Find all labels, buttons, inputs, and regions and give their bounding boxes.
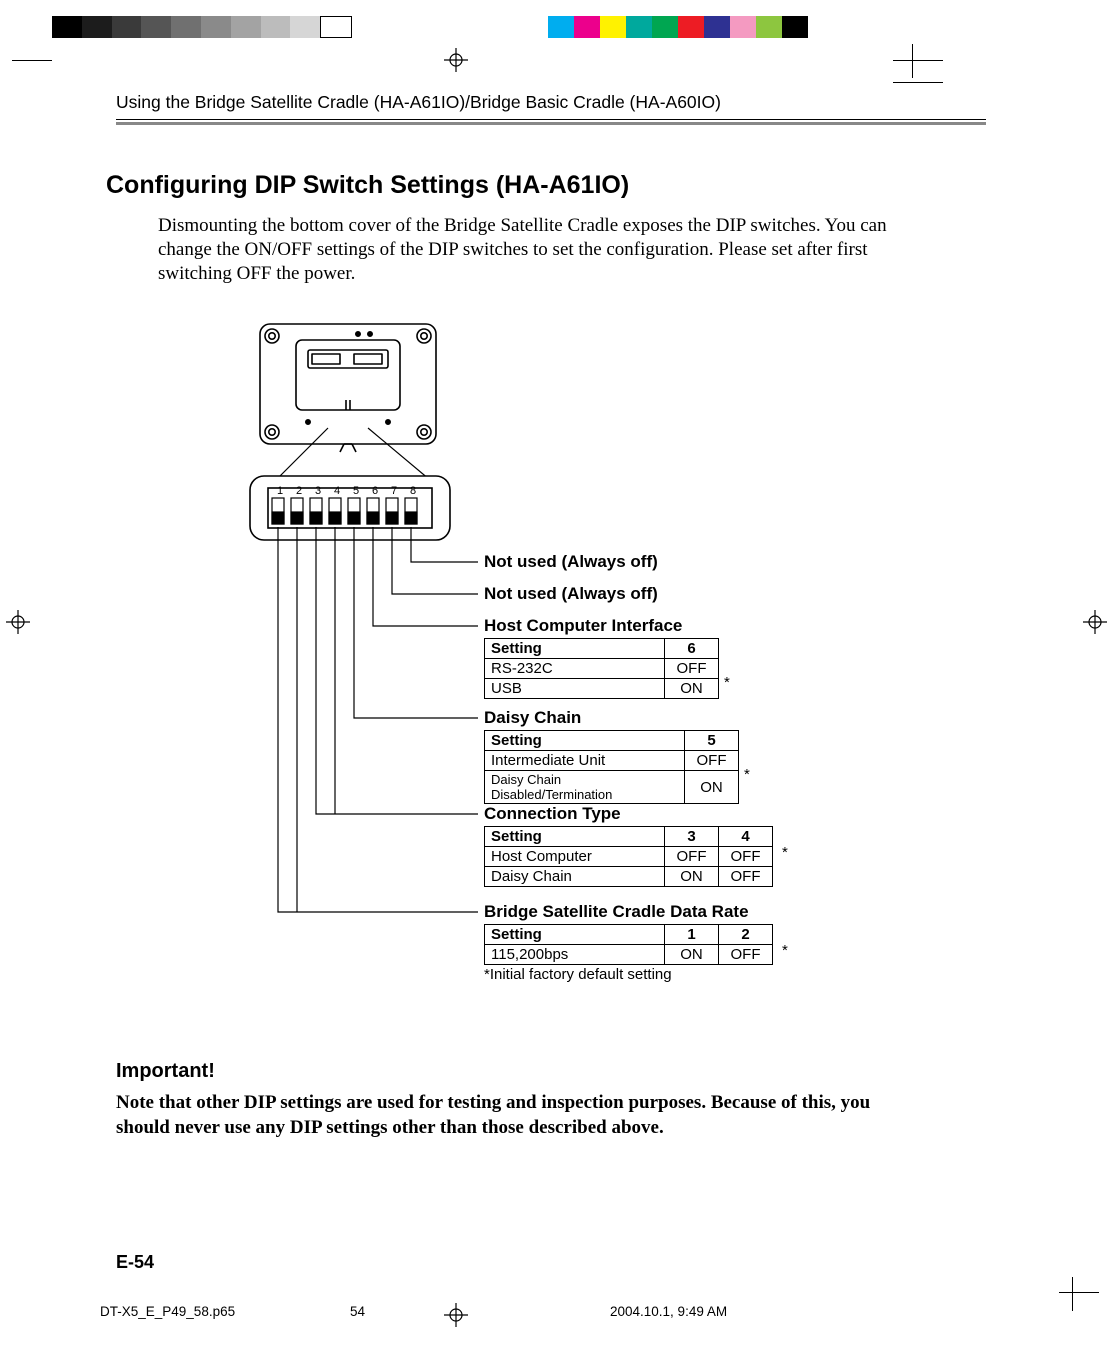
important-heading: Important! [116,1060,986,1083]
grayscale-swatches [52,16,352,38]
registration-mark-icon [6,610,30,634]
dip-switch-diagram: 1 2 3 4 5 6 7 8 [158,314,948,1034]
label-data-rate: Bridge Satellite Cradle Data Rate [484,902,749,922]
svg-text:2: 2 [296,485,302,497]
rule [116,122,986,125]
svg-text:4: 4 [334,485,340,497]
label-host-interface: Host Computer Interface [484,616,682,636]
footnote-default: *Initial factory default setting [484,966,672,983]
svg-text:1: 1 [277,485,283,497]
crop-mark [12,60,52,61]
asterisk-icon: * [782,942,788,959]
page-content: Using the Bridge Satellite Cradle (HA-A6… [116,92,986,1140]
table-daisy-chain: Setting5 Intermediate UnitOFF Daisy Chai… [484,730,739,804]
asterisk-icon: * [744,766,750,783]
svg-text:3: 3 [315,485,321,497]
slug-file: DT-X5_E_P49_58.p65 [100,1304,350,1319]
crop-mark [1072,1277,1073,1311]
table-connection-type: Setting34 Host ComputerOFFOFF Daisy Chai… [484,826,773,887]
slug-timestamp: 2004.10.1, 9:49 AM [610,1304,860,1319]
running-head: Using the Bridge Satellite Cradle (HA-A6… [116,92,986,113]
print-registration-bar [0,16,1113,38]
svg-text:5: 5 [353,485,359,497]
table-data-rate: Setting12 115,200bpsONOFF [484,924,773,965]
svg-text:8: 8 [410,485,416,497]
crop-mark [893,60,943,61]
crop-mark [912,44,913,78]
slug-folio: 54 [350,1304,610,1319]
slug-line: DT-X5_E_P49_58.p65 54 2004.10.1, 9:49 AM [100,1304,1000,1319]
table-host-interface: Setting6 RS-232COFF USBON [484,638,719,699]
page-number: E-54 [116,1252,154,1273]
important-body: Note that other DIP settings are used fo… [116,1091,906,1140]
label-connection-type: Connection Type [484,804,621,824]
asterisk-icon: * [782,844,788,861]
crop-mark [893,82,943,83]
crop-mark [1059,1292,1099,1293]
svg-text:7: 7 [391,485,397,497]
section-title: Configuring DIP Switch Settings (HA-A61I… [106,171,986,200]
label-not-used-8: Not used (Always off) [484,552,658,572]
color-swatches [548,16,808,38]
svg-text:6: 6 [372,485,378,497]
registration-mark-icon [444,48,468,72]
label-daisy-chain: Daisy Chain [484,708,581,728]
asterisk-icon: * [724,674,730,691]
registration-mark-icon [1083,610,1107,634]
intro-paragraph: Dismounting the bottom cover of the Brid… [158,214,928,287]
label-not-used-7: Not used (Always off) [484,584,658,604]
rule [116,119,986,120]
